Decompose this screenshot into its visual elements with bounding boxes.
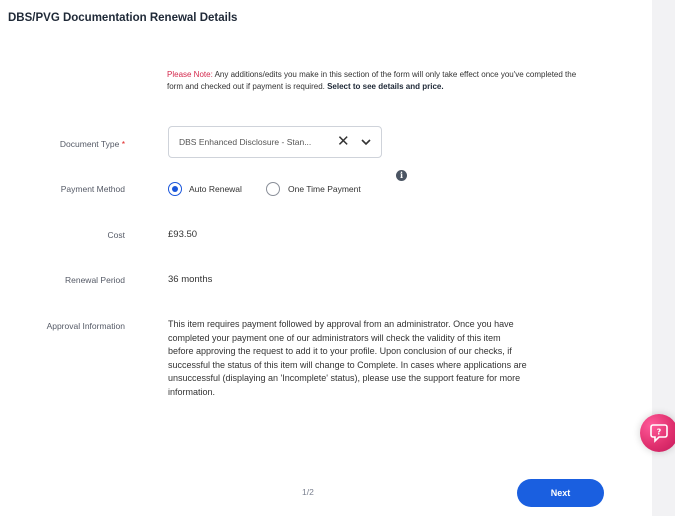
next-button[interactable]: Next: [517, 479, 604, 507]
required-mark: *: [121, 139, 125, 149]
approval-information-text: This item requires payment followed by a…: [168, 319, 527, 397]
note-prefix: Please Note:: [167, 70, 213, 79]
note-bold: Select to see details and price.: [327, 81, 444, 91]
renewal-note: Please Note: Any additions/edits you mak…: [167, 69, 592, 92]
help-chat-button[interactable]: ?: [640, 414, 675, 452]
one-time-payment-label[interactable]: One Time Payment: [288, 184, 361, 194]
renewal-period-label: Renewal Period: [64, 275, 125, 285]
svg-text:?: ?: [657, 428, 662, 437]
cost-value: £93.50: [168, 229, 198, 240]
question-chat-icon: ?: [650, 424, 668, 443]
auto-renewal-radio[interactable]: [168, 182, 182, 196]
cost-label: Cost: [107, 230, 125, 240]
payment-method-label: Payment Method: [60, 184, 125, 194]
document-type-select[interactable]: DBS Enhanced Disclosure - Stan... ✕: [168, 126, 382, 158]
info-icon[interactable]: i: [396, 170, 407, 181]
page-title: DBS/PVG Documentation Renewal Details: [8, 12, 238, 24]
pagination-indicator: 1/2: [302, 487, 314, 497]
form-panel: DBS/PVG Documentation Renewal Details Pl…: [0, 0, 652, 516]
one-time-payment-radio[interactable]: [266, 182, 280, 196]
auto-renewal-label[interactable]: Auto Renewal: [189, 184, 242, 194]
renewal-period-value: 36 months: [168, 274, 213, 285]
document-type-label: Document Type *: [59, 139, 125, 149]
close-icon[interactable]: ✕: [337, 133, 350, 151]
document-type-value: DBS Enhanced Disclosure - Stan...: [179, 137, 312, 147]
chevron-down-icon[interactable]: [361, 138, 371, 146]
approval-information-label: Approval Information: [46, 321, 125, 331]
